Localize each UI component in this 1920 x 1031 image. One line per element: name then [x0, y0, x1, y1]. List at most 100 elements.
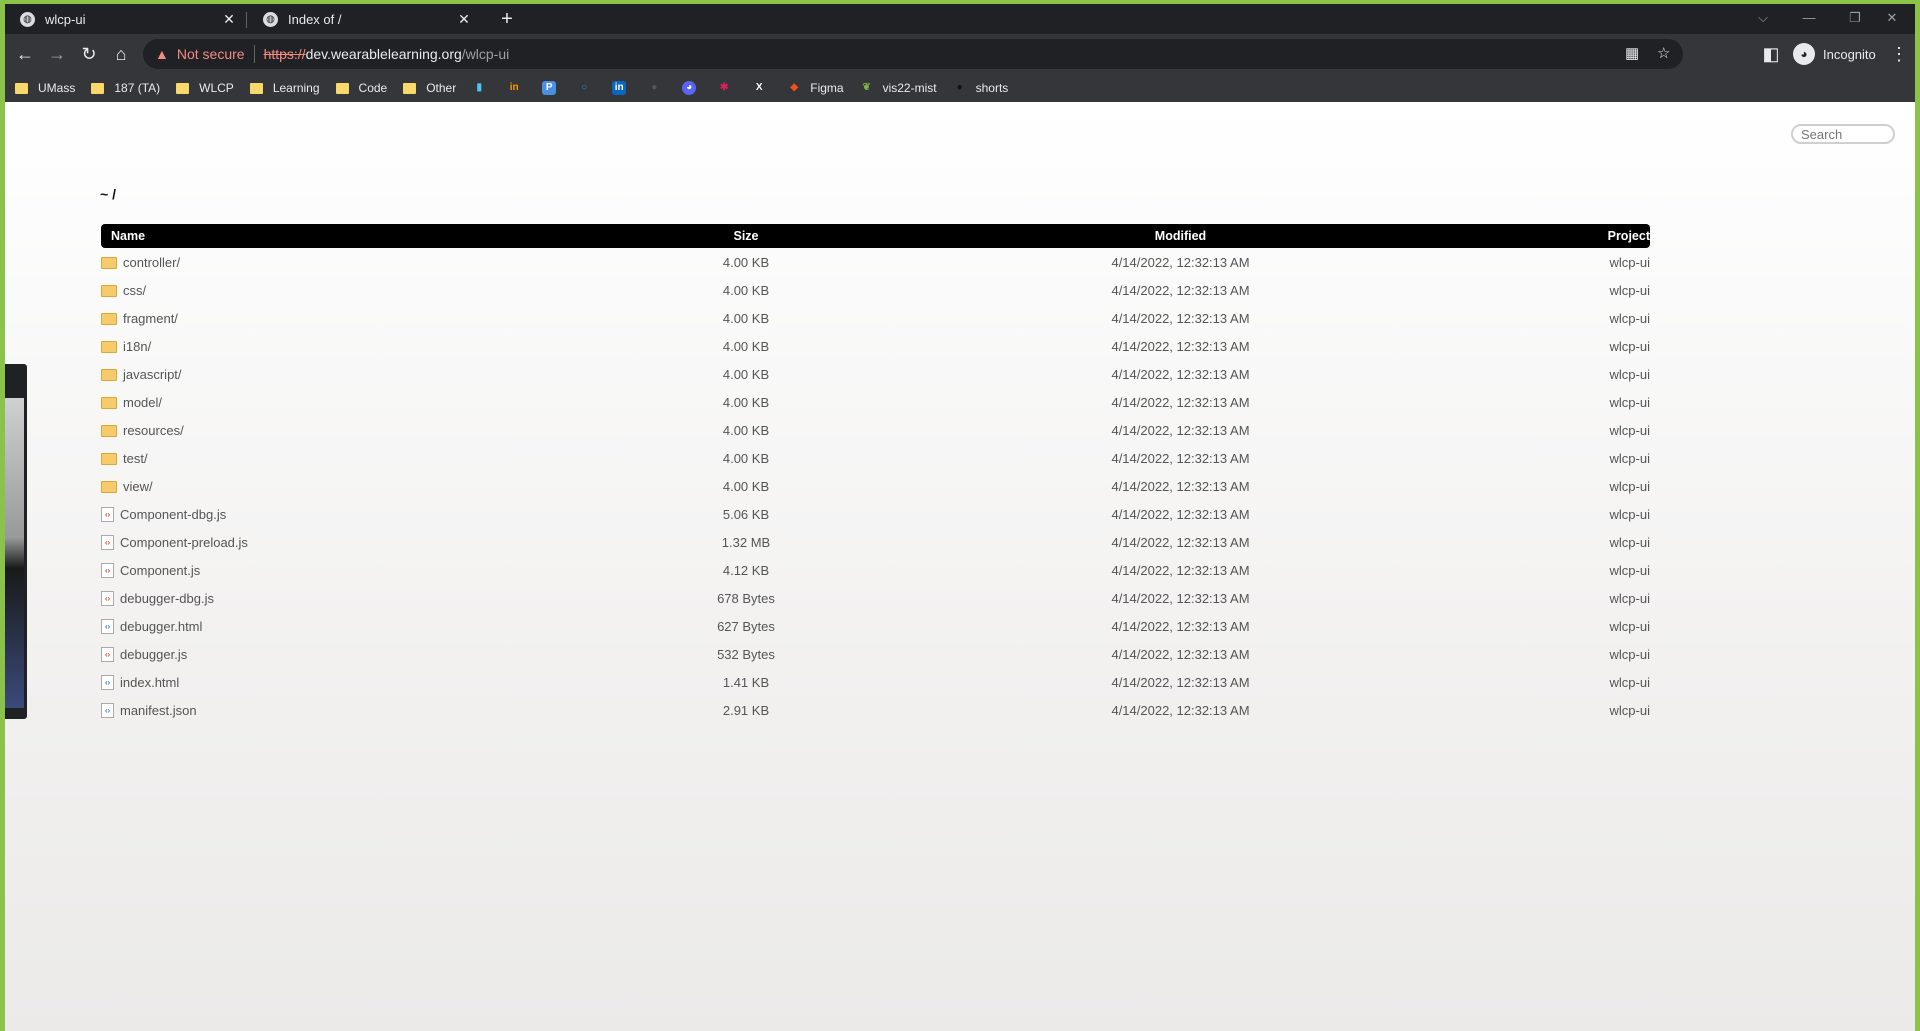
table-row[interactable]: javascript/4.00 KB 4/14/2022, 12:32:13 AM…: [101, 360, 1650, 388]
table-row[interactable]: fragment/4.00 KB 4/14/2022, 12:32:13 AM wl…: [101, 304, 1650, 332]
file-name-cell[interactable]: ‹› Component-preload.js: [101, 528, 621, 556]
file-name-link[interactable]: debugger.html: [120, 619, 202, 634]
table-row[interactable]: model/4.00 KB 4/14/2022, 12:32:13 AM wlcp-…: [101, 388, 1650, 416]
file-name-cell[interactable]: i18n/: [101, 332, 621, 360]
file-name-cell[interactable]: resources/: [101, 416, 621, 444]
tab-wlcp-ui[interactable]: ◍ wlcp-ui ✕: [5, 4, 245, 34]
table-row[interactable]: ‹› manifest.json 2.91 KB 4/14/2022, 12:32:1…: [101, 696, 1650, 724]
bookmark-link[interactable]: ●: [647, 77, 670, 99]
side-panel-icon[interactable]: ◧: [1757, 40, 1785, 68]
file-name-link[interactable]: test/: [123, 451, 148, 466]
file-modified: 4/14/2022, 12:32:13 AM: [1111, 618, 1250, 634]
file-name-cell[interactable]: ‹› debugger-dbg.js: [101, 584, 621, 612]
file-name-cell[interactable]: ‹› index.html: [101, 668, 621, 696]
table-row[interactable]: controller/4.00 KB 4/14/2022, 12:32:13 AM…: [101, 248, 1650, 276]
file-name-link[interactable]: javascript/: [123, 367, 182, 382]
file-name-cell[interactable]: fragment/: [101, 304, 621, 332]
bookmark-folder[interactable]: Code: [335, 77, 387, 99]
bookmark-link[interactable]: ▮: [472, 77, 495, 99]
home-button[interactable]: ⌂: [107, 40, 135, 68]
file-name-link[interactable]: model/: [123, 395, 162, 410]
file-name-link[interactable]: debugger.js: [120, 647, 187, 662]
file-name-cell[interactable]: ‹› Component-dbg.js: [101, 500, 621, 528]
file-name-cell[interactable]: test/: [101, 444, 621, 472]
bookmark-link[interactable]: ✱: [717, 77, 740, 99]
folder-icon: [101, 480, 117, 493]
bookmark-folder[interactable]: 187 (TA): [91, 77, 160, 99]
file-name-link[interactable]: index.html: [120, 675, 179, 690]
file-name-link[interactable]: css/: [123, 283, 146, 298]
back-button[interactable]: ←: [11, 40, 39, 68]
table-row[interactable]: test/4.00 KB 4/14/2022, 12:32:13 AM wlcp-u…: [101, 444, 1650, 472]
file-name-cell[interactable]: css/: [101, 276, 621, 304]
close-tab-icon[interactable]: ✕: [221, 11, 237, 28]
file-name-link[interactable]: i18n/: [123, 339, 151, 354]
file-name-link[interactable]: fragment/: [123, 311, 178, 326]
table-row[interactable]: resources/4.00 KB 4/14/2022, 12:32:13 AM w…: [101, 416, 1650, 444]
table-row[interactable]: view/4.00 KB 4/14/2022, 12:32:13 AM wlcp-u…: [101, 472, 1650, 500]
file-name-cell[interactable]: model/: [101, 388, 621, 416]
bookmark-link[interactable]: in: [507, 77, 530, 99]
table-row[interactable]: ‹› index.html 1.41 KB 4/14/2022, 12:32:13 A…: [101, 668, 1650, 696]
column-header-modified[interactable]: Modified: [871, 224, 1490, 248]
tab-search-icon[interactable]: ⌵: [1740, 4, 1786, 34]
file-name-link[interactable]: controller/: [123, 255, 180, 270]
tab-index-of[interactable]: ◍ Index of / ✕: [248, 4, 480, 34]
close-tab-icon[interactable]: ✕: [456, 11, 472, 28]
table-row[interactable]: ‹› debugger-dbg.js 678 Bytes 4/14/2022, 12:…: [101, 584, 1650, 612]
column-header-size[interactable]: Size: [621, 224, 871, 248]
security-status[interactable]: Not secure: [177, 46, 245, 62]
bookmark-star-icon[interactable]: ☆: [1657, 39, 1670, 69]
file-name-cell[interactable]: javascript/: [101, 360, 621, 388]
new-tab-button[interactable]: +: [495, 7, 519, 31]
file-name-link[interactable]: Component-preload.js: [120, 535, 248, 550]
bookmark-folder[interactable]: Other: [403, 77, 456, 99]
file-project: wlcp-ui: [1609, 282, 1650, 298]
file-name-cell[interactable]: ‹› debugger.js: [101, 640, 621, 668]
file-size: 4.12 KB: [722, 562, 770, 578]
file-name-link[interactable]: Component-dbg.js: [120, 507, 226, 522]
bookmark-link[interactable]: ◕: [682, 77, 705, 99]
file-name-link[interactable]: Component.js: [120, 563, 200, 578]
table-row[interactable]: ‹› Component.js 4.12 KB 4/14/2022, 12:32:13…: [101, 556, 1650, 584]
table-row[interactable]: css/4.00 KB 4/14/2022, 12:32:13 AM wlcp-ui: [101, 276, 1650, 304]
bookmark-folder[interactable]: WLCP: [176, 77, 234, 99]
file-name-link[interactable]: resources/: [123, 423, 184, 438]
profile-button[interactable]: ◕ Incognito: [1793, 40, 1876, 68]
file-name-cell[interactable]: view/: [101, 472, 621, 500]
file-name-cell[interactable]: ‹› manifest.json: [101, 696, 621, 724]
floating-video-panel[interactable]: [5, 364, 27, 719]
file-name-cell[interactable]: ‹› debugger.html: [101, 612, 621, 640]
bookmark-link[interactable]: ❦ vis22-mist: [860, 77, 936, 99]
bookmark-link[interactable]: X: [752, 77, 775, 99]
file-name-cell[interactable]: ‹› Component.js: [101, 556, 621, 584]
bookmark-link[interactable]: ◆ Figma: [787, 77, 843, 99]
qr-code-icon[interactable]: ▦: [1625, 39, 1639, 69]
file-name-link[interactable]: manifest.json: [120, 703, 197, 718]
table-row[interactable]: ‹› debugger.js 532 Bytes 4/14/2022, 12:32:1…: [101, 640, 1650, 668]
file-name-link[interactable]: debugger-dbg.js: [120, 591, 214, 606]
close-window-button[interactable]: ✕: [1869, 4, 1915, 34]
search-input[interactable]: [1791, 124, 1895, 144]
js-file-icon: ‹›: [101, 535, 114, 551]
forward-button[interactable]: →: [43, 40, 71, 68]
table-row[interactable]: ‹› debugger.html 627 Bytes 4/14/2022, 12:32…: [101, 612, 1650, 640]
column-header-project[interactable]: Project: [1490, 224, 1650, 248]
table-row[interactable]: ‹› Component-dbg.js 5.06 KB 4/14/2022, 12:3…: [101, 500, 1650, 528]
bookmark-folder[interactable]: Learning: [249, 77, 320, 99]
bookmark-link[interactable]: in: [612, 77, 635, 99]
table-row[interactable]: i18n/4.00 KB 4/14/2022, 12:32:13 AM wlcp-u…: [101, 332, 1650, 360]
menu-button[interactable]: ⋮: [1885, 40, 1913, 68]
minimize-button[interactable]: —: [1786, 4, 1832, 34]
bookmark-link[interactable]: P: [542, 77, 565, 99]
bookmark-link[interactable]: ○: [577, 77, 600, 99]
bookmark-folder[interactable]: UMass: [15, 77, 75, 99]
file-name-cell[interactable]: controller/: [101, 248, 621, 276]
reload-button[interactable]: ↻: [75, 40, 103, 68]
file-name-link[interactable]: view/: [123, 479, 153, 494]
address-bar[interactable]: ▲ Not secure https:// dev.wearablelearni…: [143, 39, 1683, 69]
column-header-name[interactable]: Name: [101, 224, 621, 248]
breadcrumb[interactable]: ~ /: [100, 186, 116, 202]
bookmark-link[interactable]: ● shorts: [953, 77, 1009, 99]
table-row[interactable]: ‹› Component-preload.js 1.32 MB 4/14/2022, …: [101, 528, 1650, 556]
